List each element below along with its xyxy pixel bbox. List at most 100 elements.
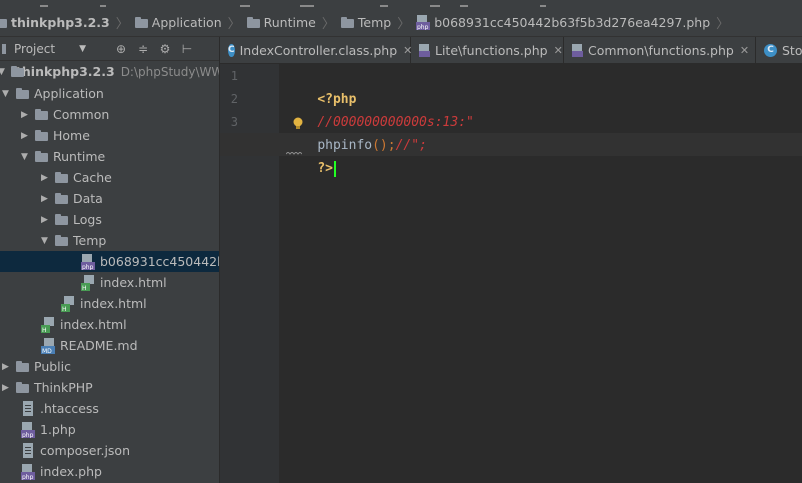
- project-view-selector[interactable]: Project: [14, 42, 55, 56]
- menu-bar-remnant: [0, 0, 802, 7]
- chevron-right-icon: 〉: [227, 16, 241, 32]
- tree-item-label: 1.php: [40, 422, 76, 437]
- folder-icon: [16, 382, 29, 393]
- folder-icon: [340, 16, 354, 28]
- tree-item-common[interactable]: ▶ Common: [0, 104, 219, 125]
- tree-item-runtime-index-html[interactable]: H index.html: [0, 293, 219, 314]
- class-icon: C: [228, 43, 235, 57]
- close-icon[interactable]: ✕: [740, 44, 749, 57]
- tree-item-label: index.html: [100, 275, 167, 290]
- warning-squiggle: [286, 152, 302, 155]
- collapse-all-icon[interactable]: ≑: [136, 42, 150, 56]
- chevron-right-icon[interactable]: ▶: [1, 362, 10, 372]
- tree-item-label: Public: [34, 359, 71, 374]
- folder-icon: [16, 361, 29, 372]
- tree-item-temp-php-file[interactable]: php b068931cc450442b6: [0, 251, 219, 272]
- breadcrumb-label: Application: [151, 14, 222, 30]
- tree-item-index-php[interactable]: php index.php: [0, 461, 219, 482]
- tree-item-runtime[interactable]: ▼ Runtime: [0, 146, 219, 167]
- tree-item-label: index.html: [60, 317, 127, 332]
- tree-item-application[interactable]: ▼ Application: [0, 83, 219, 104]
- tree-item-1-php[interactable]: php 1.php: [0, 419, 219, 440]
- chevron-right-icon[interactable]: ▶: [20, 110, 29, 120]
- svg-text:H: H: [42, 327, 47, 333]
- tree-item-label: Runtime: [53, 149, 106, 164]
- tree-item-project-root[interactable]: ▼ thinkphp3.2.3 D:\phpStudy\WWW: [0, 61, 219, 82]
- line-number: 1: [230, 69, 238, 83]
- svg-text:php: php: [417, 24, 429, 30]
- chevron-down-icon[interactable]: ▼: [40, 236, 49, 246]
- tree-item-temp[interactable]: ▼ Temp: [0, 230, 219, 251]
- chevron-right-icon[interactable]: ▶: [40, 215, 49, 225]
- tree-item-readme[interactable]: MD README.md: [0, 335, 219, 356]
- php-file-icon: php: [81, 253, 95, 270]
- project-path: D:\phpStudy\WWW: [120, 64, 219, 79]
- tree-item-composer-json[interactable]: composer.json: [0, 440, 219, 461]
- chevron-right-icon[interactable]: ▶: [1, 383, 10, 393]
- tree-item-thinkphp[interactable]: ▶ ThinkPHP: [0, 377, 219, 398]
- folder-icon: [35, 130, 48, 141]
- tab-common-functions[interactable]: Common\functions.php ✕: [564, 37, 756, 63]
- tree-item-label: b068931cc450442b6: [100, 254, 219, 269]
- tree-item-label: Temp: [73, 233, 107, 248]
- tree-item-temp-index-html[interactable]: H index.html: [0, 272, 219, 293]
- json-file-icon: [23, 442, 33, 458]
- chevron-right-icon[interactable]: ▶: [40, 173, 49, 183]
- breadcrumb-runtime[interactable]: Runtime: [246, 14, 316, 30]
- tree-item-home[interactable]: ▶ Home: [0, 125, 219, 146]
- tab-label: Sto: [782, 42, 802, 58]
- breadcrumb-temp[interactable]: Temp: [340, 15, 391, 30]
- svg-text:H: H: [82, 285, 87, 291]
- tree-item-label: ThinkPHP: [34, 380, 93, 395]
- folder-icon: [55, 193, 68, 204]
- php-file-icon: php: [21, 463, 35, 480]
- tree-item-label: Application: [34, 86, 104, 101]
- chevron-right-icon[interactable]: ▶: [20, 131, 29, 141]
- gear-icon[interactable]: ⚙: [158, 42, 172, 56]
- chevron-down-icon[interactable]: ▼: [79, 44, 86, 54]
- locate-file-icon[interactable]: ⊕: [114, 42, 128, 56]
- tree-item-data[interactable]: ▶ Data: [0, 188, 219, 209]
- php-file-icon: [572, 43, 583, 57]
- folder-icon: [134, 16, 148, 28]
- tree-item-label: index.php: [40, 464, 102, 479]
- chevron-down-icon[interactable]: ▼: [20, 152, 29, 162]
- tab-index-controller[interactable]: C IndexController.class.php ✕: [220, 37, 412, 63]
- code-editor[interactable]: 1 2 3 4 <?php //000000000000s:13:" phpin…: [220, 64, 802, 483]
- chevron-down-icon[interactable]: ▼: [1, 89, 10, 99]
- line-number: 3: [230, 115, 238, 129]
- chevron-right-icon: 〉: [321, 16, 335, 32]
- tree-item-label: thinkphp3.2.3: [15, 64, 115, 79]
- folder-icon: [0, 17, 7, 28]
- folder-icon: [16, 88, 29, 99]
- breadcrumb-label: Runtime: [263, 14, 316, 30]
- tab-sto[interactable]: C Sto: [756, 37, 802, 63]
- hide-panel-icon[interactable]: ⊢: [180, 42, 194, 56]
- html-file-icon: H: [81, 274, 94, 291]
- chevron-down-icon[interactable]: ▼: [0, 67, 5, 77]
- tree-item-cache[interactable]: ▶ Cache: [0, 167, 219, 188]
- svg-text:MD: MD: [42, 348, 52, 354]
- svg-text:php: php: [22, 474, 34, 480]
- breadcrumb-application[interactable]: Application: [134, 14, 222, 30]
- tab-label: IndexController.class.php: [239, 42, 398, 58]
- project-tree: ▼ thinkphp3.2.3 D:\phpStudy\WWW ▼ Applic…: [0, 61, 219, 483]
- php-file-icon: php: [416, 14, 431, 30]
- chevron-right-icon[interactable]: ▶: [40, 194, 49, 204]
- php-close-tag: ?>: [317, 161, 333, 176]
- code-punctuation: ();: [372, 138, 396, 153]
- tree-item-application-index-html[interactable]: H index.html: [0, 314, 219, 335]
- tree-item-public[interactable]: ▶ Public: [0, 356, 219, 377]
- line-number-gutter: 1 2 3 4: [220, 64, 279, 483]
- tab-lite-functions[interactable]: Lite\functions.php ✕: [411, 37, 564, 63]
- tree-item-label: index.html: [80, 296, 147, 311]
- folder-icon: [55, 172, 68, 183]
- lightbulb-icon[interactable]: [292, 117, 304, 129]
- tree-item-htaccess[interactable]: .htaccess: [0, 398, 219, 419]
- breadcrumb-project[interactable]: thinkphp3.2.3: [0, 15, 110, 30]
- breadcrumb-file[interactable]: php b068931cc450442b63f5b3d276ea4297.php: [416, 14, 710, 30]
- text-cursor: [333, 160, 336, 177]
- tab-label: Lite\functions.php: [435, 42, 548, 58]
- tree-item-logs[interactable]: ▶ Logs: [0, 209, 219, 230]
- close-icon[interactable]: ✕: [554, 44, 563, 57]
